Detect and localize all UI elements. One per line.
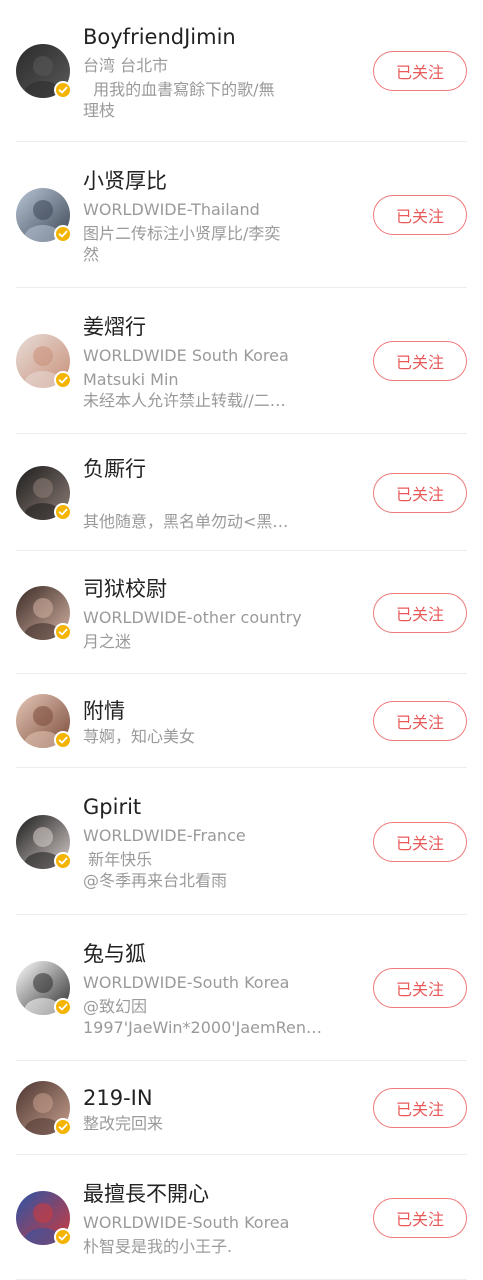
bio-line: 图片二传标注小贤厚比/李奕 (83, 223, 281, 243)
list-item[interactable]: 兔与狐 WORLDWIDE-South Korea @致幻因 1997'JaeWin*… (0, 915, 483, 1061)
bio-line: 然 (83, 244, 100, 264)
bio-line: 未经本人允许禁止转载//二… (83, 390, 286, 410)
bio-line: 1997'JaeWin*2000'JaemRen… (83, 1017, 322, 1037)
user-location: WORLDWIDE-South Korea (83, 972, 290, 992)
followed-button[interactable]: 已关注 (373, 195, 467, 235)
user-bio: @致幻因 1997'JaeWin*2000'JaemRen… (83, 996, 333, 1038)
verified-badge-icon (54, 998, 72, 1016)
following-list: BoyfriendJimin 台湾 台北市 用我的血書寫餘下的歌/無 理枝 已关注 小贤… (0, 0, 483, 1280)
verified-badge-icon (54, 731, 72, 749)
user-info: 附情 荨婀，知心美女 (83, 696, 373, 747)
user-location: WORLDWIDE South Korea (83, 345, 289, 365)
list-item[interactable]: 姜熠行 WORLDWIDE South Korea Matsuki Min 未经本人允… (0, 288, 483, 434)
list-item[interactable]: 最擅長不開心 WORLDWIDE-South Korea 朴智旻是我的小王子. 已关注 (0, 1155, 483, 1280)
bio-line: 荨婀，知心美女 (83, 726, 196, 746)
user-bio: 新年快乐 @冬季再来台北看雨 (83, 849, 333, 891)
verified-badge-icon (54, 502, 72, 521)
list-item[interactable]: BoyfriendJimin 台湾 台北市 用我的血書寫餘下的歌/無 理枝 已关注 (0, 0, 483, 142)
bio-line: Matsuki Min (83, 369, 179, 389)
list-item[interactable]: 小贤厚比 WORLDWIDE-Thailand 图片二传标注小贤厚比/李奕然已关注 (0, 142, 483, 288)
user-info: 姜熠行 WORLDWIDE South Korea Matsuki Min 未经本人允… (83, 312, 373, 411)
list-item[interactable]: Gpirit WORLDWIDE-France 新年快乐 @冬季再来台北看雨 已关注 (0, 768, 483, 915)
list-item[interactable]: 219-IN 整改完回来 已关注 (0, 1061, 483, 1155)
avatar[interactable] (16, 334, 72, 389)
followed-button[interactable]: 已关注 (373, 1197, 467, 1238)
user-name[interactable]: BoyfriendJimin (83, 22, 361, 52)
user-bio: 用我的血書寫餘下的歌/無 理枝 (83, 79, 333, 121)
user-name[interactable]: 最擅長不開心 (83, 1179, 361, 1209)
user-name[interactable]: 附情 (83, 696, 361, 726)
avatar[interactable] (16, 814, 72, 870)
user-name[interactable]: Gpirit (83, 792, 361, 822)
avatar[interactable] (16, 465, 72, 521)
bio-line: 朴智旻是我的小王子. (83, 1236, 233, 1256)
followed-button[interactable]: 已关注 (373, 701, 467, 741)
bio-line: 月之迷 (83, 631, 132, 651)
verified-badge-icon (54, 622, 72, 641)
user-info: 负厮行其他随意，黑名单勿动<黑… (83, 454, 373, 532)
bio-line: 其他随意，黑名单勿动<黑… (83, 511, 289, 531)
user-bio: 荨婀，知心美女 (83, 726, 333, 747)
followed-button[interactable]: 已关注 (373, 592, 467, 633)
verified-badge-icon (54, 81, 72, 99)
user-info: 219-IN 整改完回来 (83, 1083, 373, 1134)
bio-line: 用我的血書寫餘下的歌/無 (83, 79, 275, 99)
avatar[interactable] (16, 694, 72, 749)
user-location: WORLDWIDE-France (83, 826, 246, 845)
followed-button[interactable]: 已关注 (373, 821, 467, 862)
followed-button[interactable]: 已关注 (373, 1088, 467, 1128)
verified-badge-icon (54, 1227, 72, 1246)
list-item[interactable]: 负厮行 其他随意，黑名单勿动<黑… 已关注 (0, 434, 483, 551)
user-bio: 图片二传标注小贤厚比/李奕然 (83, 223, 333, 265)
user-info: BoyfriendJimin 台湾 台北市 用我的血書寫餘下的歌/無 理枝 (83, 22, 373, 121)
avatar[interactable] (16, 44, 72, 99)
user-info: 司狱校尉 WORLDWIDE-other country 月之迷 (83, 574, 373, 652)
bio-line: 整改完回来 (83, 1113, 164, 1133)
user-name[interactable]: 兔与狐 (83, 939, 361, 969)
list-item[interactable]: 司狱校尉 WORLDWIDE-other country 月之迷 已关注 (0, 551, 483, 674)
user-info: 最擅長不開心 WORLDWIDE-South Korea 朴智旻是我的小王子. (83, 1179, 373, 1257)
user-name[interactable]: 219-IN (83, 1083, 361, 1113)
user-name[interactable]: 负厮行 (83, 454, 361, 484)
followed-button[interactable]: 已关注 (373, 51, 467, 91)
verified-badge-icon (54, 371, 72, 389)
user-location (83, 484, 361, 511)
bio-line: 新年快乐 (83, 850, 153, 869)
bio-line: @致幻因 (83, 996, 148, 1016)
verified-badge-icon (54, 851, 72, 870)
user-location: WORLDWIDE-other country (83, 607, 302, 627)
followed-button[interactable]: 已关注 (373, 472, 467, 513)
list-item[interactable]: 附情 荨婀，知心美女 已关注 (0, 674, 483, 768)
user-bio: 月之迷 (83, 631, 333, 652)
user-location: WORLDWIDE-South Korea (83, 1212, 290, 1232)
bio-line: @冬季再来台北看雨 (83, 871, 228, 890)
user-info: 小贤厚比 WORLDWIDE-Thailand 图片二传标注小贤厚比/李奕然 (83, 166, 373, 265)
user-bio: 朴智旻是我的小王子. (83, 1236, 333, 1257)
followed-button[interactable]: 已关注 (373, 341, 467, 381)
bio-line: 理枝 (83, 100, 116, 120)
avatar[interactable] (16, 585, 72, 641)
user-name[interactable]: 小贤厚比 (83, 166, 361, 196)
user-bio: Matsuki Min 未经本人允许禁止转载//二… (83, 369, 333, 411)
user-info: 兔与狐 WORLDWIDE-South Korea @致幻因 1997'JaeWin*… (83, 939, 373, 1038)
user-name[interactable]: 姜熠行 (83, 312, 361, 342)
user-location: 台湾 台北市 (83, 55, 169, 75)
user-name[interactable]: 司狱校尉 (83, 574, 361, 604)
user-bio: 整改完回来 (83, 1113, 333, 1134)
user-bio: 其他随意，黑名单勿动<黑… (83, 511, 333, 532)
avatar[interactable] (16, 1081, 72, 1136)
avatar[interactable] (16, 1190, 72, 1246)
verified-badge-icon (54, 1118, 72, 1136)
verified-badge-icon (54, 225, 72, 243)
avatar[interactable] (16, 188, 72, 243)
followed-button[interactable]: 已关注 (373, 968, 467, 1008)
user-info: Gpirit WORLDWIDE-France 新年快乐 @冬季再来台北看雨 (83, 792, 373, 891)
avatar[interactable] (16, 961, 72, 1016)
user-location: WORLDWIDE-Thailand (83, 199, 260, 219)
